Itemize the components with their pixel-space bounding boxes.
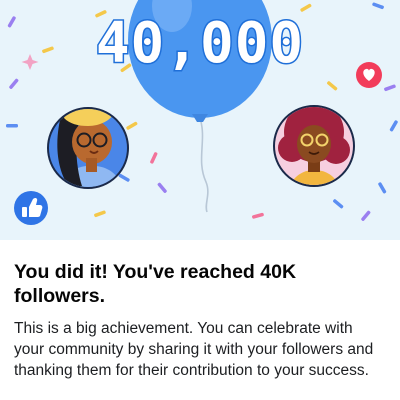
sparkle-icon: [21, 54, 39, 70]
milestone-screen: 40,000 You did it! You've reached 40K fo…: [0, 0, 400, 400]
avatar-left: [47, 107, 129, 189]
milestone-headline: You did it! You've reached 40K followers…: [14, 261, 297, 307]
avatar-right: [273, 105, 355, 187]
celebration-illustration: 40,000: [0, 0, 400, 240]
heart-icon: [356, 62, 382, 88]
thumbs-up-icon: [14, 191, 48, 225]
follower-count: 40,000: [96, 11, 304, 76]
milestone-message: You did it! You've reached 40K followers…: [0, 240, 400, 400]
milestone-description: This is a big achievement. You can celeb…: [14, 320, 374, 379]
